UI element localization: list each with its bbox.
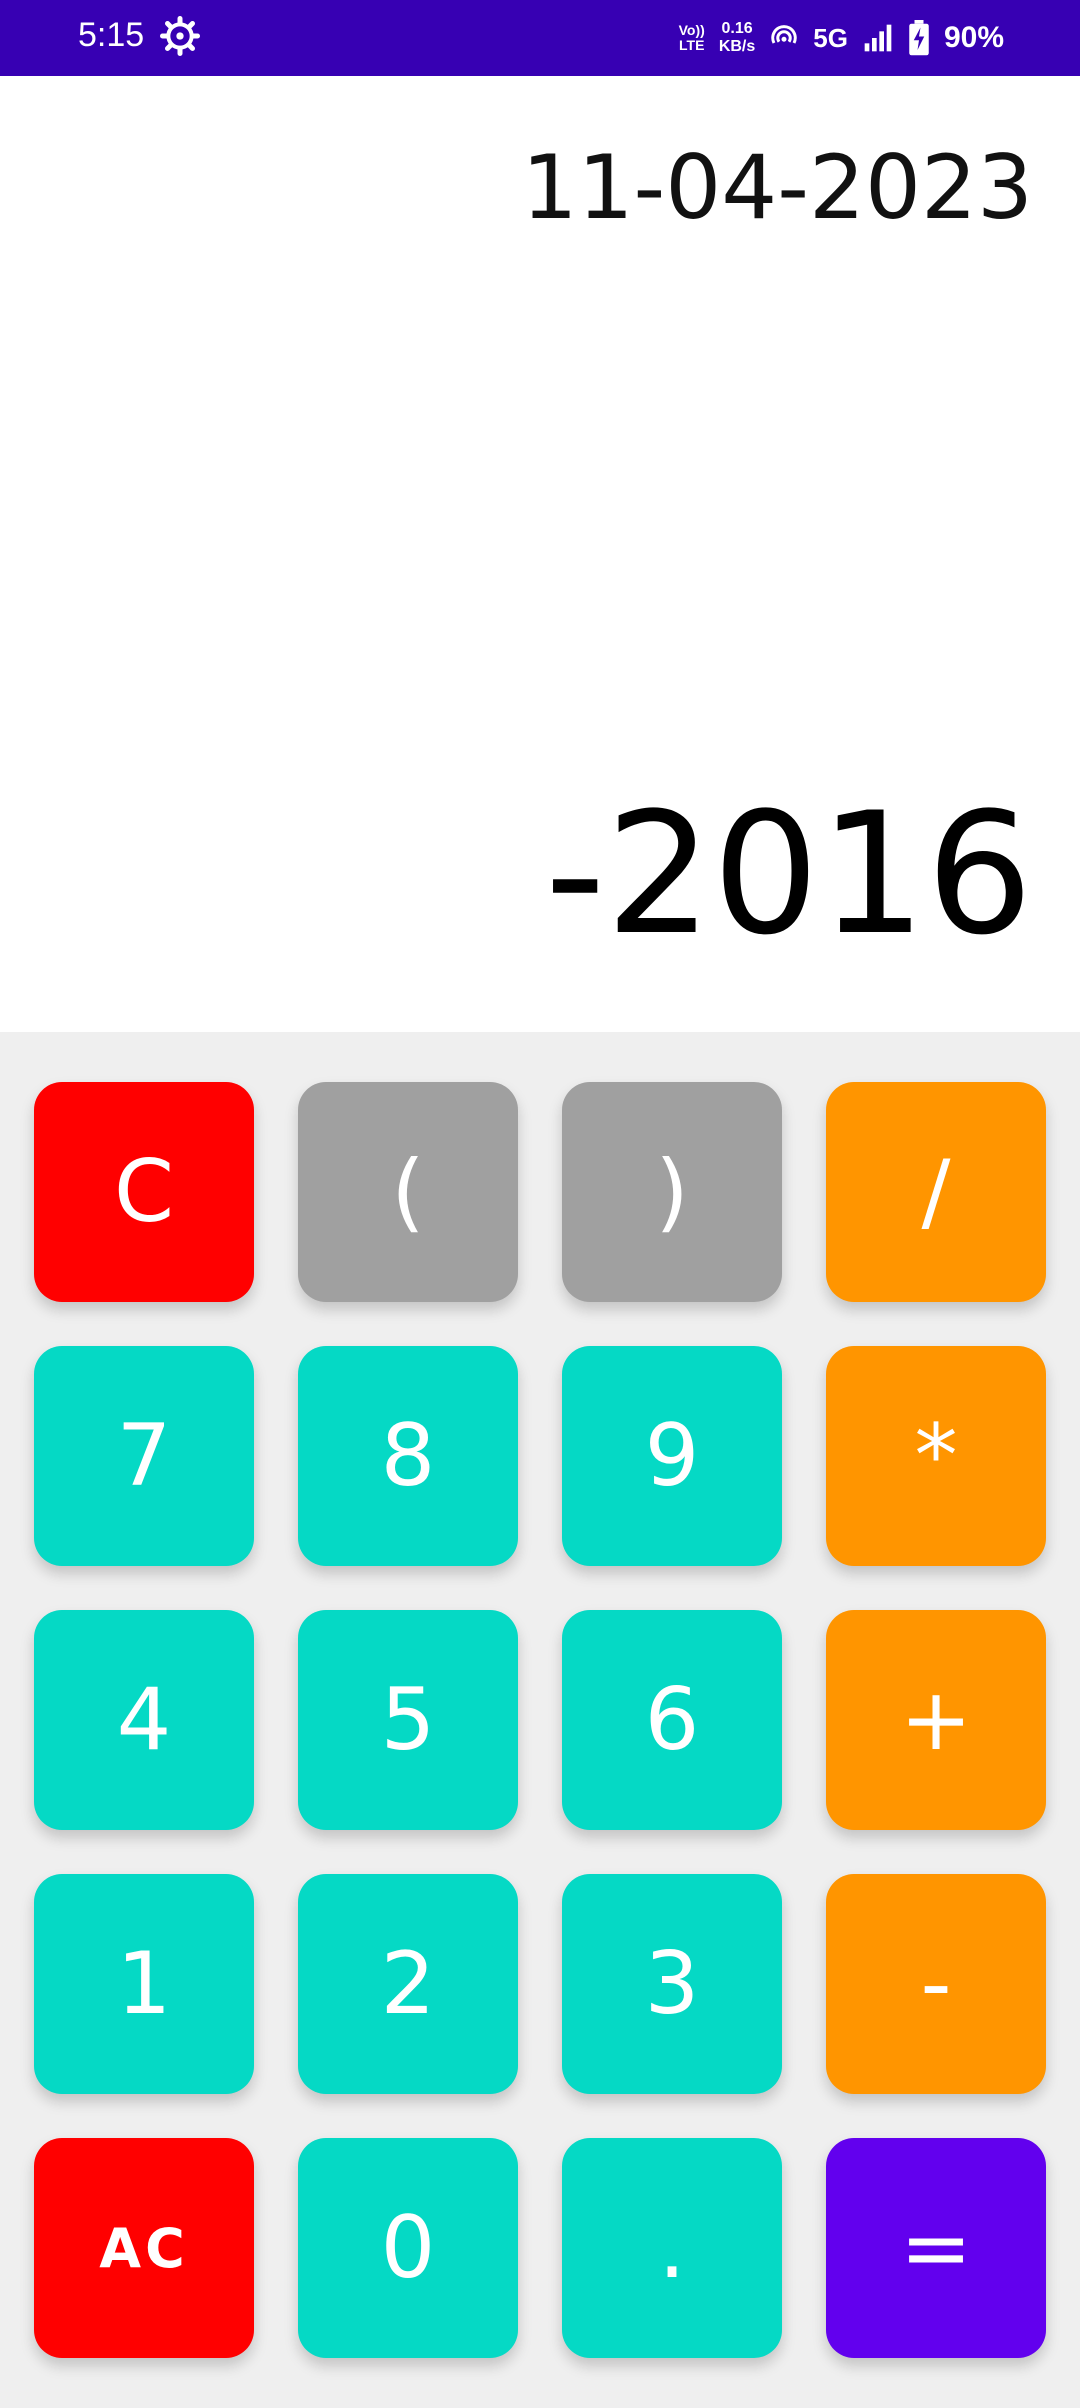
- multiply-button[interactable]: *: [826, 1346, 1046, 1566]
- status-bar: 5:15 Vo)) LTE 0.16 KB/s 5G 90%: [0, 0, 1080, 76]
- digit-7-button[interactable]: 7: [34, 1346, 254, 1566]
- digit-0-button[interactable]: 0: [298, 2138, 518, 2358]
- signal-icon: [864, 24, 892, 52]
- gear-icon: [160, 16, 200, 56]
- battery-percent: 90%: [943, 21, 1004, 54]
- divide-button[interactable]: /: [826, 1082, 1046, 1302]
- digit-6-button[interactable]: 6: [562, 1610, 782, 1830]
- volte-label: Vo)): [678, 22, 705, 38]
- lte-label: LTE: [679, 37, 705, 53]
- all-clear-button[interactable]: AC: [34, 2138, 254, 2358]
- network-type: 5G: [813, 22, 848, 53]
- clear-button[interactable]: C: [34, 1082, 254, 1302]
- network-speed: 0.16 KB/s: [719, 20, 755, 56]
- status-icons: Vo)) LTE 0.16 KB/s 5G 90%: [679, 14, 1004, 62]
- digit-3-button[interactable]: 3: [562, 1874, 782, 2094]
- hotspot-icon: [771, 25, 798, 44]
- equals-button[interactable]: =: [826, 2138, 1046, 2358]
- digit-5-button[interactable]: 5: [298, 1610, 518, 1830]
- calculator-display: 11-04-2023 -2016: [0, 76, 1080, 1032]
- plus-button[interactable]: +: [826, 1610, 1046, 1830]
- digit-1-button[interactable]: 1: [34, 1874, 254, 2094]
- digit-8-button[interactable]: 8: [298, 1346, 518, 1566]
- keypad: C ( ) / 7 8 9 * 4 5 6 + 1 2 3 - AC 0 . =: [0, 1032, 1080, 2408]
- close-paren-button[interactable]: ): [562, 1082, 782, 1302]
- volte-icon: Vo)) LTE: [679, 23, 705, 53]
- speed-value: 0.16: [721, 20, 753, 37]
- expression-text: 11-04-2023: [521, 136, 1033, 239]
- digit-4-button[interactable]: 4: [34, 1610, 254, 1830]
- digit-2-button[interactable]: 2: [298, 1874, 518, 2094]
- result-text: -2016: [544, 776, 1033, 972]
- open-paren-button[interactable]: (: [298, 1082, 518, 1302]
- status-time: 5:15: [78, 16, 145, 54]
- digit-9-button[interactable]: 9: [562, 1346, 782, 1566]
- decimal-point-button[interactable]: .: [562, 2138, 782, 2358]
- minus-button[interactable]: -: [826, 1874, 1046, 2094]
- speed-unit: KB/s: [718, 38, 756, 55]
- battery-charging-icon: [909, 20, 929, 56]
